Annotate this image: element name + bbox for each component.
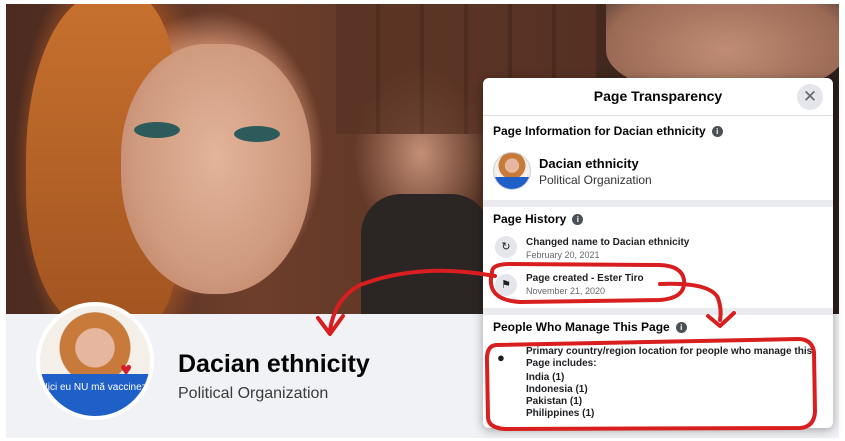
dialog-header: Page Transparency ✕ <box>483 78 833 116</box>
list-item: Philippines (1) <box>526 408 595 419</box>
history-item-date: November 21, 2020 <box>526 286 606 296</box>
info-icon[interactable]: i <box>675 322 687 333</box>
list-item: Indonesia (1) <box>526 384 588 395</box>
info-icon[interactable]: i <box>711 126 723 137</box>
info-page-name: Dacian ethnicity <box>539 156 639 171</box>
page-category: Political Organization <box>178 385 329 402</box>
section-page-managers: People Who Manage This Page i <box>483 320 687 334</box>
dialog-title: Page Transparency <box>593 88 723 104</box>
section-page-history: Page History i <box>483 212 584 226</box>
profile-banner: Nici eu NU mă vaccinez! <box>40 374 150 416</box>
page-title: Dacian ethnicity <box>178 350 370 378</box>
avatar <box>493 152 531 190</box>
divider <box>483 200 833 207</box>
list-item: India (1) <box>526 372 565 383</box>
location-pin-icon: ● <box>497 350 505 365</box>
close-icon: ✕ <box>802 87 818 106</box>
list-item: Pakistan (1) <box>526 396 583 407</box>
info-page-category: Political Organization <box>539 173 652 187</box>
section-title: Page History <box>493 212 567 226</box>
section-title: Page Information for Dacian ethnicity <box>493 124 706 138</box>
flag-icon: ⚑ <box>495 274 517 296</box>
profile-picture[interactable]: ♥ Nici eu NU mă vaccinez! <box>36 302 154 420</box>
section-title: People Who Manage This Page <box>493 320 670 334</box>
close-button[interactable]: ✕ <box>797 84 823 110</box>
history-item-text: Changed name to Dacian ethnicity <box>526 237 690 248</box>
page-transparency-dialog: Page Transparency ✕ Page Information for… <box>483 78 833 428</box>
divider <box>483 308 833 315</box>
screenshot-frame: ♥ Nici eu NU mă vaccinez! Dacian ethnici… <box>0 0 845 441</box>
managers-description: Primary country/region location for peop… <box>526 346 813 369</box>
info-icon[interactable]: i <box>572 214 584 225</box>
rename-icon: ↻ <box>495 236 517 258</box>
history-item-text: Page created - Ester Tiro <box>526 273 644 284</box>
section-page-information: Page Information for Dacian ethnicity i <box>483 124 723 138</box>
history-item-date: February 20, 2021 <box>526 250 600 260</box>
